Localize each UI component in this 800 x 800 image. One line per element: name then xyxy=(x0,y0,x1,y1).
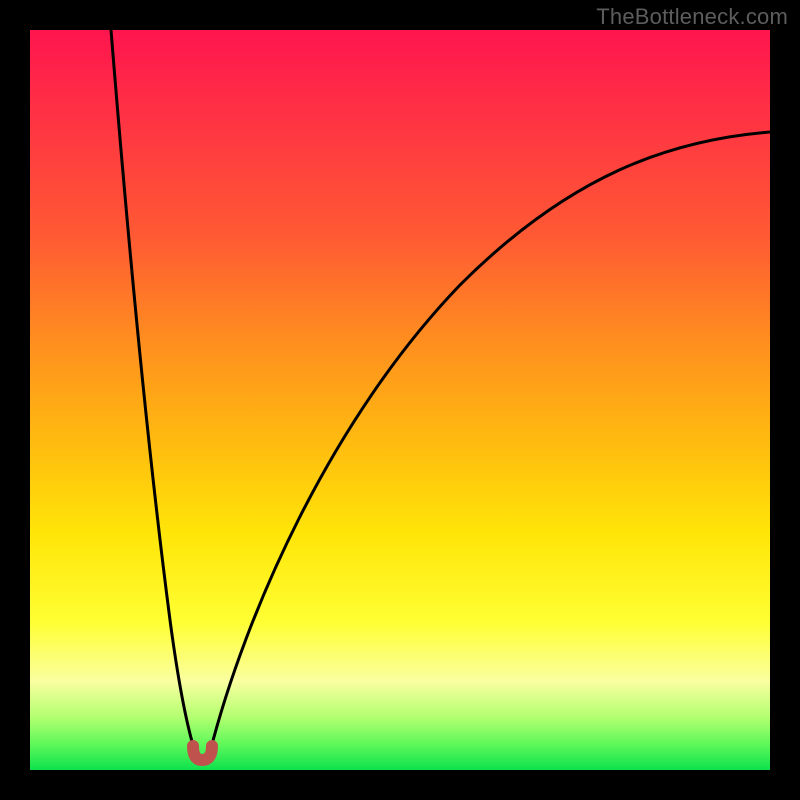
attribution-text: TheBottleneck.com xyxy=(596,4,788,30)
bottleneck-curve xyxy=(30,30,770,770)
curve-left-branch xyxy=(111,30,195,752)
optimum-marker xyxy=(193,746,212,760)
curve-right-branch xyxy=(210,132,770,752)
chart-frame: TheBottleneck.com xyxy=(0,0,800,800)
plot-area xyxy=(30,30,770,770)
